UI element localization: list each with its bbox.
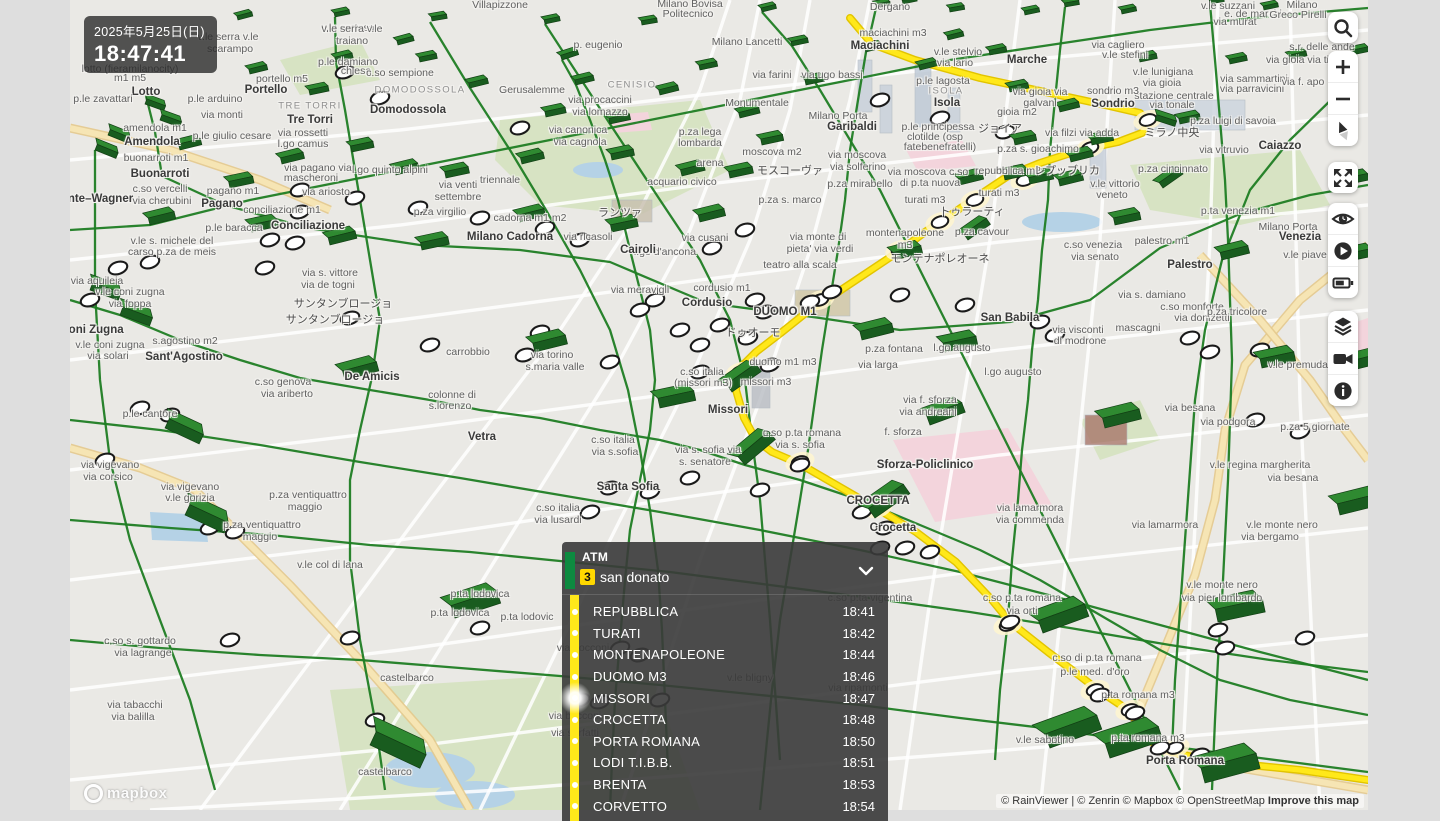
plus-icon xyxy=(1328,52,1358,82)
search-control xyxy=(1328,12,1358,43)
train-popup: ATM 3 san donato REPUBBLICA 18:41 TURATI 18… xyxy=(562,542,888,821)
map-attribution: © RainViewer | © Zenrin © Mapbox © OpenS… xyxy=(996,794,1364,808)
improve-map-link[interactable]: Improve this map xyxy=(1268,795,1359,807)
stop-time: 18:42 xyxy=(842,626,875,641)
minus-icon xyxy=(1328,84,1358,114)
stop-row[interactable]: MISSORI 18:47 xyxy=(562,687,888,709)
stop-name: REPUBBLICA xyxy=(593,604,678,619)
camera-button[interactable] xyxy=(1328,342,1358,374)
stop-dot xyxy=(572,760,578,766)
stop-name: MISSORI xyxy=(593,691,650,706)
stop-name: BRENTA xyxy=(593,777,647,792)
fullscreen-button[interactable] xyxy=(1328,162,1358,193)
mode-controls xyxy=(1328,203,1358,298)
collapse-button[interactable] xyxy=(858,564,874,582)
train-popup-header: ATM 3 san donato xyxy=(562,542,888,594)
battery-icon xyxy=(1328,268,1358,298)
info-button[interactable] xyxy=(1328,374,1358,406)
zoom-out-button[interactable] xyxy=(1328,82,1358,114)
info-icon xyxy=(1328,376,1358,406)
play-icon xyxy=(1328,236,1358,266)
fullscreen-icon xyxy=(1328,163,1358,193)
stop-time: 18:48 xyxy=(842,712,875,727)
clock-date: 2025年5月25日(日) xyxy=(94,21,205,40)
stop-name: DUOMO M3 xyxy=(593,669,667,684)
stop-row[interactable]: DUOMO M3 18:46 xyxy=(562,666,888,688)
layers-button[interactable] xyxy=(1328,311,1358,342)
stop-dot xyxy=(572,695,578,701)
underground-view-button[interactable] xyxy=(1328,203,1358,234)
route-number-badge: 3 xyxy=(580,569,595,585)
stop-list[interactable]: REPUBBLICA 18:41 TURATI 18:42 MONTENAPOLEONE… xyxy=(562,594,888,821)
stop-dot xyxy=(572,782,578,788)
chevron-down-icon xyxy=(858,565,874,577)
stop-row[interactable]: MONTENAPOLEONE 18:44 xyxy=(562,644,888,666)
mapbox-logo[interactable]: mapbox xyxy=(84,784,168,803)
stop-time: 18:50 xyxy=(842,734,875,749)
stop-time: 18:44 xyxy=(842,647,875,662)
stop-time: 18:47 xyxy=(842,691,875,706)
zoom-control xyxy=(1328,51,1358,146)
stop-row[interactable]: CROCETTA 18:48 xyxy=(562,709,888,731)
stop-dot xyxy=(572,717,578,723)
clock-panel: 2025年5月25日(日) 18:47:41 xyxy=(84,16,217,73)
stop-dot xyxy=(572,652,578,658)
clock-time: 18:47:41 xyxy=(94,41,205,67)
stop-name: CORVETTO xyxy=(593,799,667,814)
attribution-text[interactable]: © RainViewer | © Zenrin © Mapbox © OpenS… xyxy=(1001,795,1265,807)
agency-color-bar xyxy=(565,552,575,589)
stop-time: 18:54 xyxy=(842,799,875,814)
layer-controls xyxy=(1328,311,1358,406)
layers-icon xyxy=(1328,312,1358,342)
stop-dot xyxy=(572,738,578,744)
mapbox-logo-text: mapbox xyxy=(107,785,168,802)
stop-time: 18:46 xyxy=(842,669,875,684)
video-camera-icon xyxy=(1328,344,1358,374)
playback-button[interactable] xyxy=(1328,234,1358,266)
search-button[interactable] xyxy=(1328,12,1358,43)
eye-icon xyxy=(1328,204,1358,234)
stop-name: PORTA ROMANA xyxy=(593,734,700,749)
stop-time: 18:53 xyxy=(842,777,875,792)
stop-name: MONTENAPOLEONE xyxy=(593,647,725,662)
stop-row[interactable]: CORVETTO 18:54 xyxy=(562,795,888,817)
stop-dot xyxy=(572,630,578,636)
stop-row[interactable]: TURATI 18:42 xyxy=(562,623,888,645)
fullscreen-control xyxy=(1328,162,1358,193)
compass-icon xyxy=(1328,116,1358,146)
mapbox-logo-icon xyxy=(84,784,103,803)
stop-dot xyxy=(572,803,578,809)
stop-row[interactable]: PORTA ROMANA 18:50 xyxy=(562,731,888,753)
stop-row[interactable]: BRENTA 18:53 xyxy=(562,774,888,796)
stop-name: LODI T.I.B.B. xyxy=(593,755,673,770)
zoom-in-button[interactable] xyxy=(1328,51,1358,82)
route-destination: san donato xyxy=(600,569,669,585)
eco-mode-button[interactable] xyxy=(1328,266,1358,298)
stop-row[interactable]: LODI T.I.B.B. 18:51 xyxy=(562,752,888,774)
stop-time: 18:41 xyxy=(842,604,875,619)
stop-name: TURATI xyxy=(593,626,641,641)
search-icon xyxy=(1328,13,1358,43)
stop-dot xyxy=(572,609,578,615)
compass-button[interactable] xyxy=(1328,114,1358,146)
stop-row[interactable]: REPUBBLICA 18:41 xyxy=(562,601,888,623)
stop-dot xyxy=(572,674,578,680)
stop-name: CROCETTA xyxy=(593,712,666,727)
stop-time: 18:51 xyxy=(842,755,875,770)
agency-name: ATM xyxy=(582,550,608,564)
